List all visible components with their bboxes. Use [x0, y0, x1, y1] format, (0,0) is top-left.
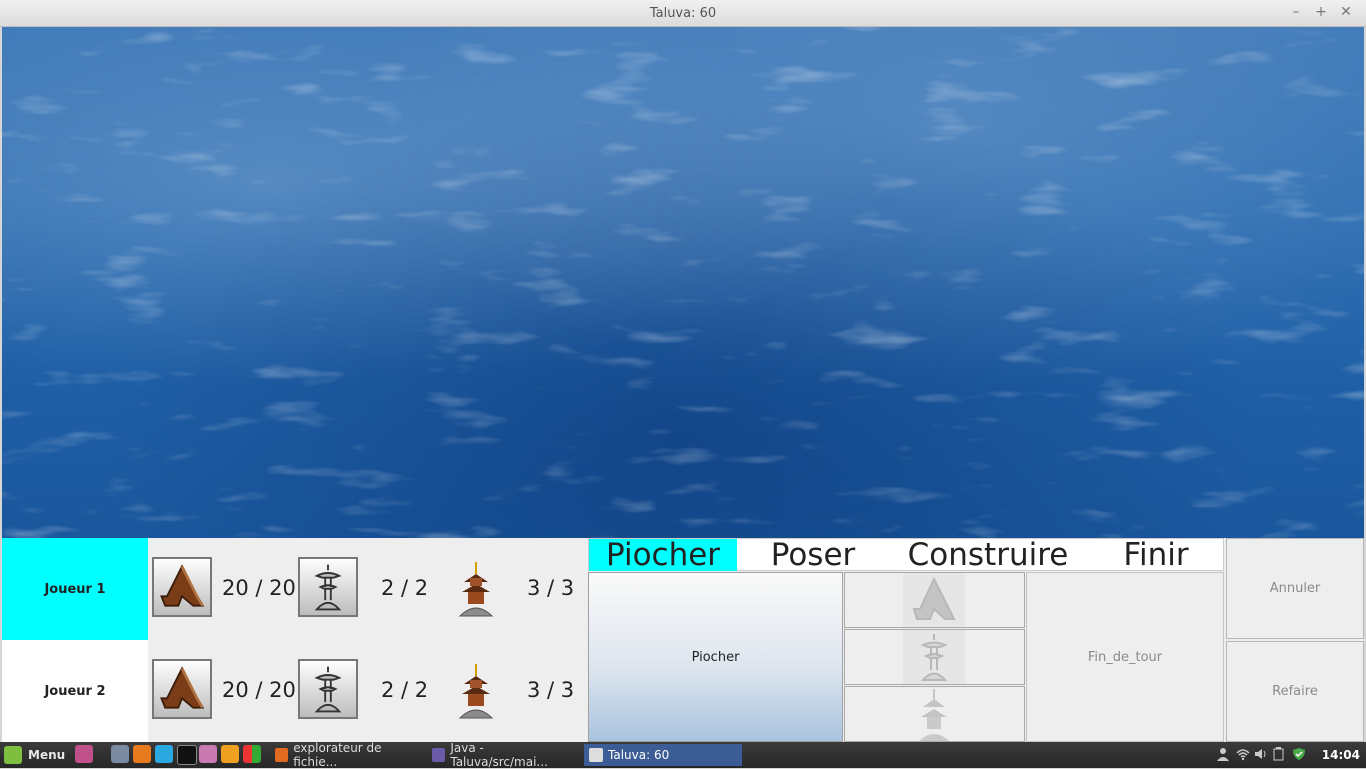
- menu-label: Menu: [28, 748, 66, 762]
- hut-icon[interactable]: [152, 659, 212, 719]
- minimize-button[interactable]: –: [1288, 4, 1304, 20]
- piocher-button[interactable]: Piocher: [588, 572, 843, 742]
- hut-icon: [903, 573, 965, 627]
- browser-icon[interactable]: [221, 745, 239, 763]
- window-icon: [432, 748, 446, 762]
- hut-icon[interactable]: [152, 557, 212, 617]
- tower-icon[interactable]: [454, 560, 498, 620]
- mint-logo-icon: [4, 746, 22, 764]
- temple-icon[interactable]: [298, 659, 358, 719]
- tab-construire[interactable]: Construire: [889, 537, 1087, 573]
- control-panel: Joueur 1 20 / 20 2 / 2 3 / 3 Joueur 2 20…: [2, 537, 1364, 742]
- user-icon[interactable]: [1216, 747, 1230, 761]
- tower-icon: [903, 687, 965, 741]
- build-hut-button[interactable]: [844, 572, 1025, 628]
- player-2-label[interactable]: Joueur 2: [2, 640, 148, 742]
- build-tower-button[interactable]: [844, 686, 1025, 742]
- tower-count: 3 / 3: [527, 576, 575, 600]
- close-button[interactable]: ✕: [1338, 4, 1354, 20]
- player-1-label[interactable]: Joueur 1: [2, 538, 148, 640]
- window-titlebar: Taluva: 60 – + ✕: [0, 0, 1366, 27]
- tab-poser[interactable]: Poser: [739, 537, 887, 573]
- show-desktop-icon[interactable]: [75, 745, 93, 763]
- window-label: explorateur de fichie...: [293, 741, 382, 769]
- temple-count: 2 / 2: [381, 576, 429, 600]
- temple-count: 2 / 2: [381, 678, 429, 702]
- os-taskbar: Menu explorateur de fichie... Java - Tal…: [0, 741, 1366, 769]
- settings-icon[interactable]: [111, 745, 129, 763]
- firefox-icon[interactable]: [133, 745, 151, 763]
- window-title: Taluva: 60: [649, 6, 717, 21]
- tab-finir[interactable]: Finir: [1089, 537, 1223, 573]
- start-menu-button[interactable]: Menu: [4, 742, 65, 768]
- taskbar-window-java[interactable]: Java - Taluva/src/mai...: [427, 741, 579, 769]
- game-board-sea[interactable]: [2, 27, 1364, 538]
- tower-count: 3 / 3: [527, 678, 575, 702]
- apps-icon[interactable]: [243, 745, 261, 763]
- shield-check-icon[interactable]: [1292, 747, 1306, 761]
- tab-piocher[interactable]: Piocher: [589, 537, 737, 573]
- window-icon: [275, 748, 289, 762]
- sea-texture: [2, 27, 1364, 538]
- tower-icon[interactable]: [454, 662, 498, 722]
- phase-bar: Piocher Poser Construire Finir: [588, 537, 1224, 573]
- volume-icon[interactable]: [1254, 747, 1268, 761]
- window-icon: [589, 748, 603, 762]
- taskbar-window-taluva[interactable]: Taluva: 60: [584, 744, 742, 766]
- hut-count: 20 / 20: [222, 678, 296, 702]
- skype-icon[interactable]: [155, 745, 173, 763]
- folder-icon[interactable]: [199, 745, 217, 763]
- temple-icon[interactable]: [298, 557, 358, 617]
- window-label: Java - Taluva/src/mai...: [450, 741, 548, 769]
- window-label: Taluva: 60: [608, 748, 670, 762]
- clock[interactable]: 14:04: [1322, 748, 1360, 762]
- annuler-button[interactable]: Annuler: [1226, 538, 1364, 639]
- fin-de-tour-button[interactable]: Fin_de_tour: [1026, 572, 1224, 742]
- wifi-icon[interactable]: [1236, 747, 1250, 761]
- maximize-button[interactable]: +: [1313, 4, 1329, 20]
- terminal-icon[interactable]: [177, 745, 197, 765]
- battery-icon[interactable]: [1272, 747, 1286, 761]
- refaire-button[interactable]: Refaire: [1226, 641, 1364, 742]
- build-temple-button[interactable]: [844, 629, 1025, 685]
- taskbar-window-explorer[interactable]: explorateur de fichie...: [270, 741, 422, 769]
- temple-icon: [903, 630, 965, 684]
- hut-count: 20 / 20: [222, 576, 296, 600]
